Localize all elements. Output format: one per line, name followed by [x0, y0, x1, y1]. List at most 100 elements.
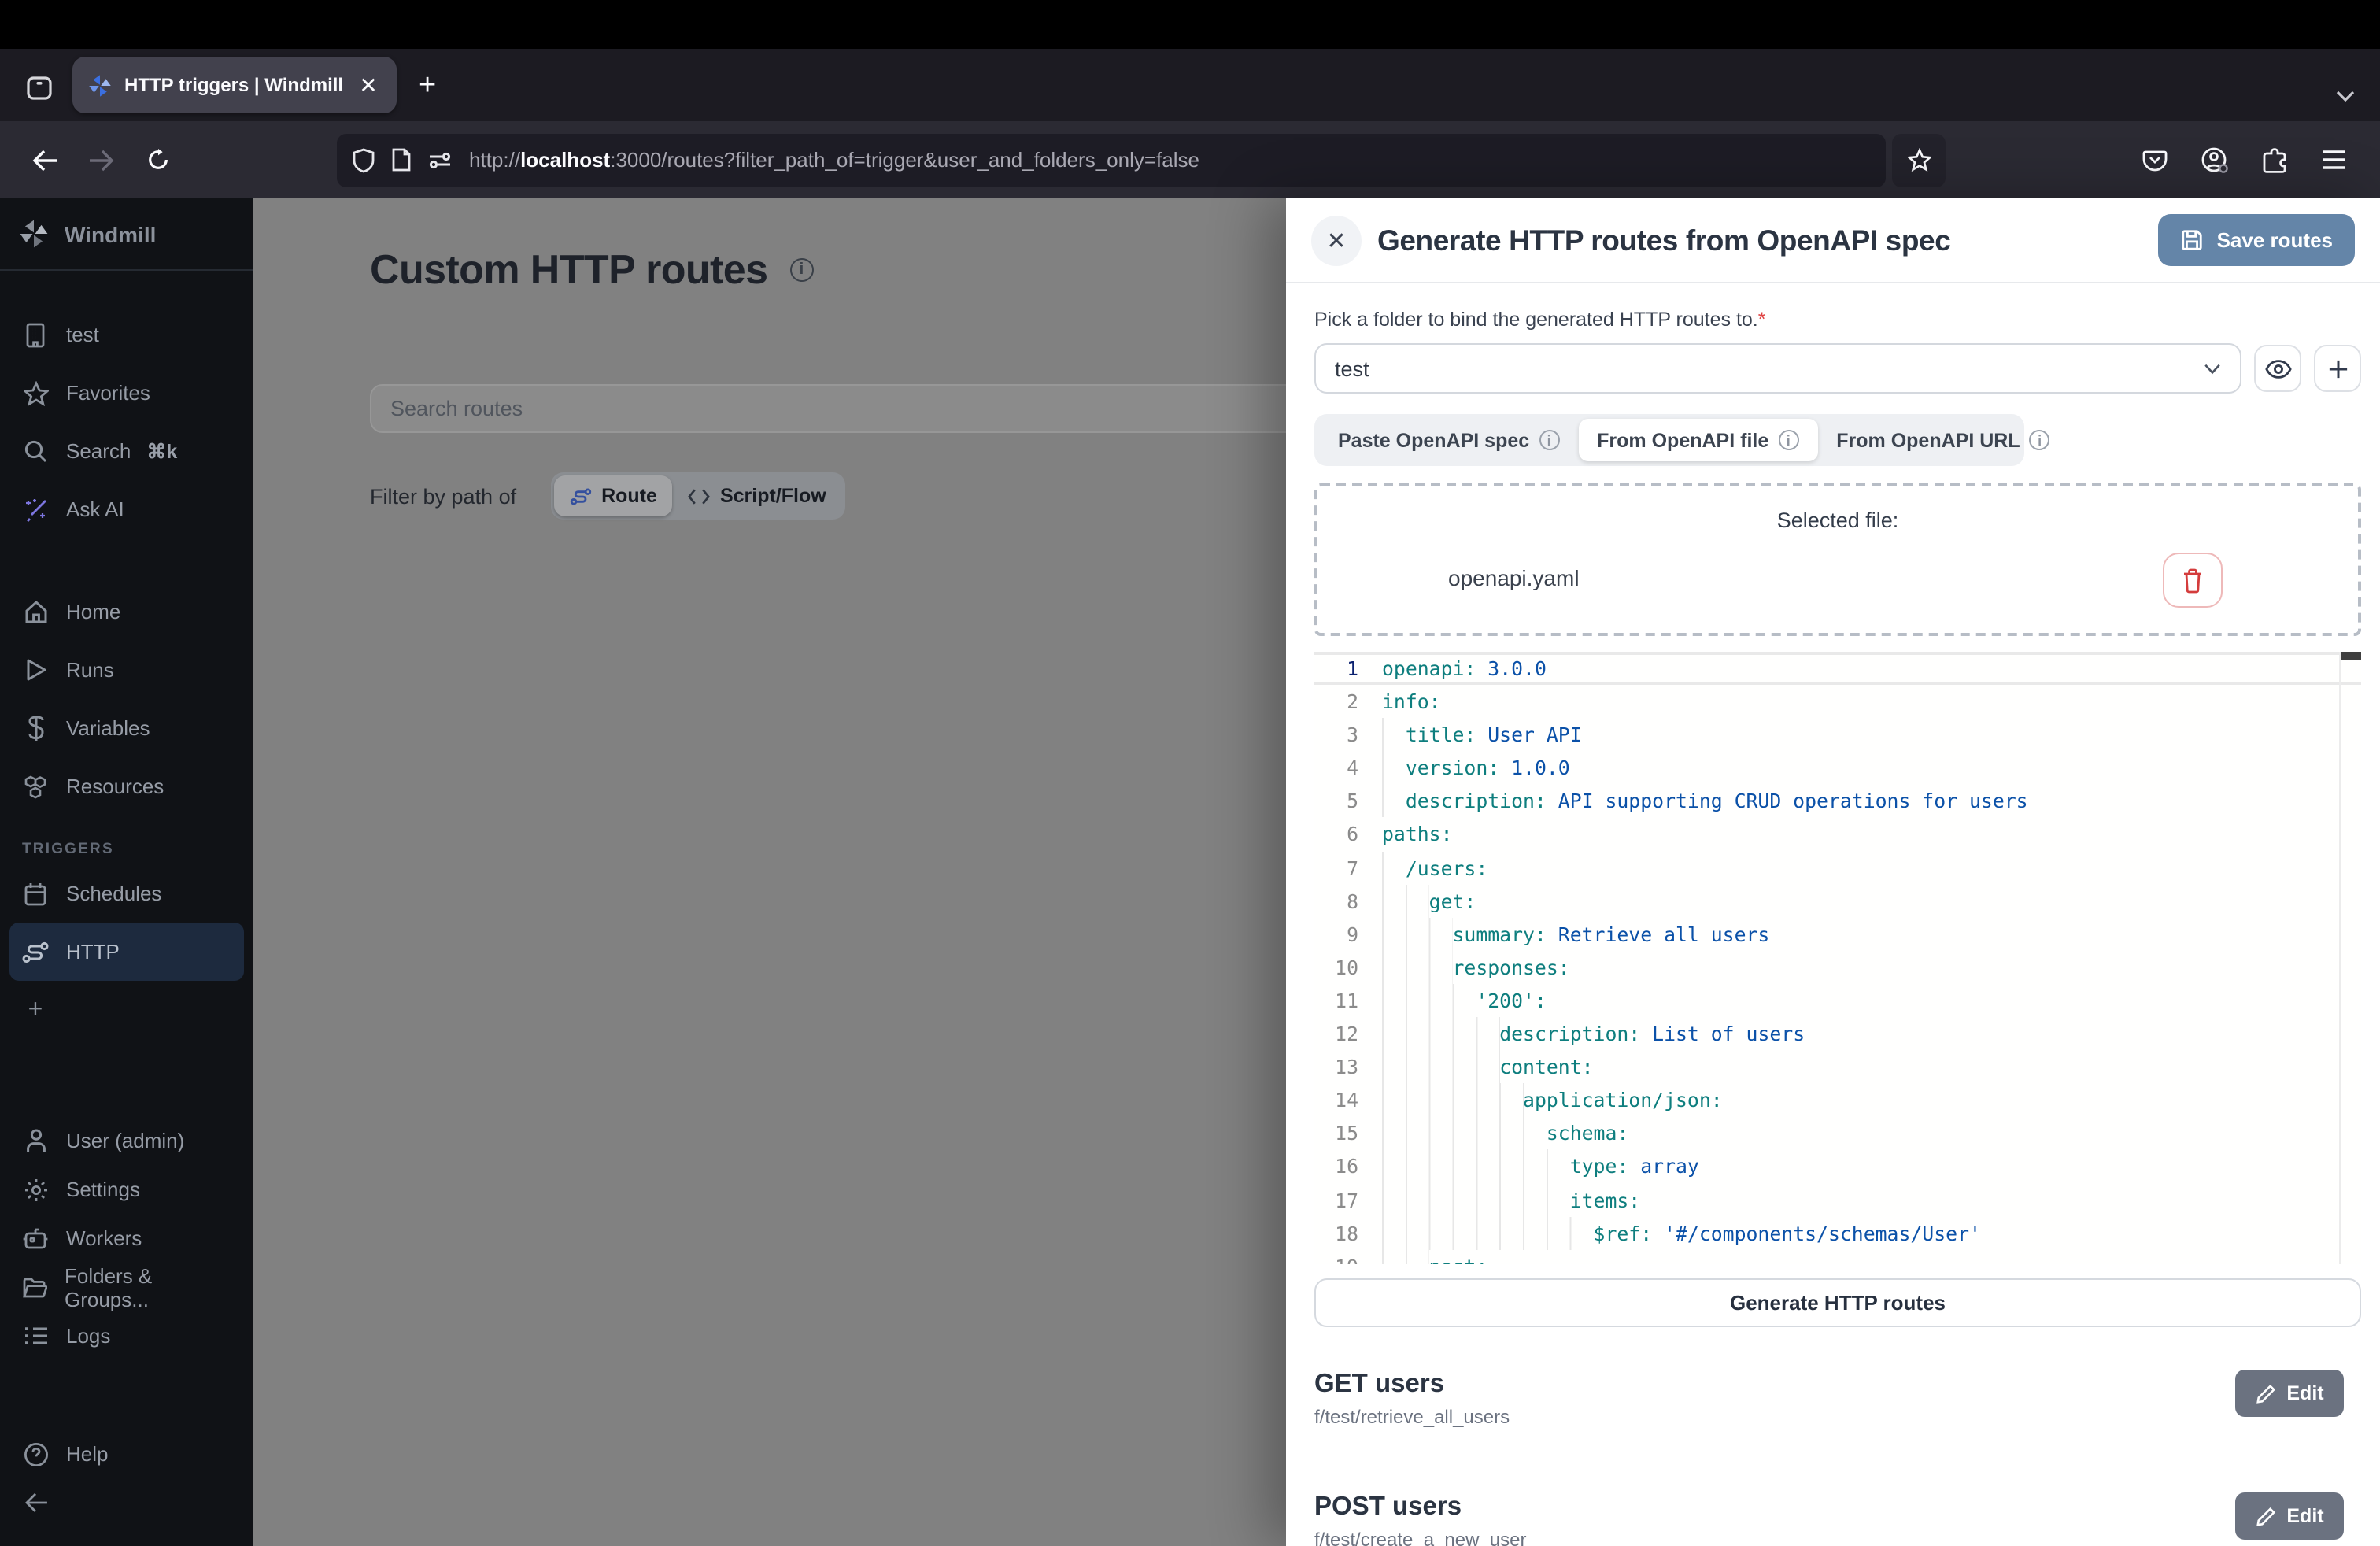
- boxes-icon: [22, 773, 49, 800]
- code-editor-lines: 1openapi: 3.0.02info:3title: User API4ve…: [1314, 652, 2361, 1264]
- sidebar-item-folders-groups[interactable]: Folders & Groups...: [9, 1263, 244, 1311]
- shield-icon[interactable]: [353, 147, 375, 172]
- folder-field-label: Pick a folder to bind the generated HTTP…: [1314, 309, 2361, 331]
- sidebar-item-resources[interactable]: Resources: [9, 757, 244, 816]
- pocket-icon[interactable]: [2130, 135, 2180, 185]
- sidebar-item-search[interactable]: Search ⌘k: [9, 422, 244, 480]
- windmill-logo-icon: [19, 219, 49, 249]
- star-icon: [22, 379, 49, 406]
- sidebar-item-label: Home: [66, 600, 120, 623]
- trash-icon: [2182, 568, 2204, 593]
- triggers-section-label: TRIGGERS: [9, 816, 244, 864]
- sidebar-collapse-button[interactable]: [9, 1478, 244, 1527]
- code-line: 5description: API supporting CRUD operat…: [1314, 785, 2361, 818]
- bookmark-star-icon[interactable]: [1892, 133, 1946, 187]
- filter-label: Filter by path of: [370, 484, 516, 508]
- add-folder-button[interactable]: [2314, 345, 2361, 392]
- sidebar-item-label: Resources: [66, 775, 164, 798]
- url-bar[interactable]: http://localhost:3000/routes?filter_path…: [337, 133, 1886, 187]
- sidebar-item-label: Variables: [66, 716, 150, 740]
- sidebar-item-label: User (admin): [66, 1129, 184, 1152]
- page-info-icon[interactable]: [392, 148, 411, 172]
- code-line: 19post:: [1314, 1249, 2361, 1264]
- tab-close-icon[interactable]: ✕: [353, 69, 384, 101]
- remove-file-button[interactable]: [2163, 553, 2223, 608]
- page-title: Custom HTTP routes: [370, 246, 767, 294]
- editor-scrollbar-track[interactable]: [2339, 652, 2341, 1264]
- back-icon[interactable]: [19, 135, 69, 185]
- folder-select-value: test: [1335, 357, 1369, 380]
- editor-scrollbar-thumb[interactable]: [2341, 652, 2361, 660]
- code-editor[interactable]: 1openapi: 3.0.02info:3title: User API4ve…: [1314, 652, 2361, 1264]
- code-line: 2info:: [1314, 685, 2361, 718]
- folder-select[interactable]: test: [1314, 343, 2241, 394]
- code-line: 11'200':: [1314, 984, 2361, 1017]
- close-icon[interactable]: ✕: [1311, 215, 1362, 265]
- tab-paste-openapi-spec[interactable]: Paste OpenAPI speci: [1319, 419, 1578, 461]
- edit-route-button[interactable]: Edit: [2235, 1370, 2344, 1417]
- tab-from-openapi-file[interactable]: From OpenAPI filei: [1578, 419, 1817, 461]
- browser-tab[interactable]: HTTP triggers | Windmill ✕: [72, 57, 397, 113]
- sidebar-item-label: Help: [66, 1442, 109, 1466]
- info-icon[interactable]: i: [789, 258, 813, 282]
- forward-icon[interactable]: [76, 135, 126, 185]
- tab-from-openapi-url[interactable]: From OpenAPI URLi: [1817, 419, 2068, 461]
- reload-icon[interactable]: [132, 135, 183, 185]
- sidebar-item-label: Folders & Groups...: [65, 1263, 231, 1311]
- building-icon: [22, 321, 49, 348]
- sidebar-item-variables[interactable]: Variables: [9, 699, 244, 757]
- dollar-icon: [22, 715, 49, 742]
- folder-icon: [22, 1274, 47, 1300]
- permissions-toggle-icon[interactable]: [428, 149, 452, 171]
- code-icon: [689, 487, 711, 505]
- code-line: 6paths:: [1314, 818, 2361, 851]
- sidebar-item-ask-ai[interactable]: Ask AI: [9, 480, 244, 538]
- sidebar-item-logs[interactable]: Logs: [9, 1311, 244, 1360]
- sidebar-item-settings[interactable]: Settings: [9, 1165, 244, 1214]
- code-line: 14application/json:: [1314, 1083, 2361, 1116]
- drawer-title: Generate HTTP routes from OpenAPI spec: [1377, 223, 1950, 257]
- list-icon: [22, 1322, 49, 1349]
- filter-option-route[interactable]: Route: [554, 475, 673, 516]
- extensions-puzzle-icon[interactable]: [2249, 135, 2300, 185]
- pencil-icon: [2255, 1383, 2275, 1404]
- hamburger-menu-icon[interactable]: [2309, 135, 2360, 185]
- account-icon[interactable]: [2190, 135, 2240, 185]
- code-line: 16type: array: [1314, 1150, 2361, 1183]
- workspace-row[interactable]: Windmill: [0, 198, 253, 271]
- route-icon: [570, 487, 592, 505]
- filter-option-script-flow[interactable]: Script/Flow: [673, 475, 842, 516]
- home-icon: [22, 598, 49, 625]
- sidebar-item-label: Schedules: [66, 882, 161, 905]
- new-tab-button[interactable]: +: [419, 69, 436, 104]
- file-dropzone[interactable]: Selected file: openapi.yaml: [1314, 483, 2361, 636]
- play-icon: [22, 656, 49, 683]
- sidebar-item-label: Workers: [66, 1226, 142, 1250]
- sidebar-item-home[interactable]: Home: [9, 583, 244, 641]
- sidebar-item-runs[interactable]: Runs: [9, 641, 244, 699]
- generate-http-routes-button[interactable]: Generate HTTP routes: [1314, 1278, 2361, 1327]
- code-line: 8get:: [1314, 884, 2361, 917]
- plus-icon: +: [22, 997, 49, 1023]
- firefox-view-icon[interactable]: [16, 65, 63, 112]
- tabs-chevron-down-icon[interactable]: [2336, 90, 2355, 102]
- generated-route-row: GET users f/test/retrieve_all_users Edit: [1314, 1370, 2361, 1428]
- sidebar-item-http[interactable]: HTTP: [9, 923, 244, 981]
- plus-icon: [2327, 358, 2348, 379]
- tab-favicon-windmill: [88, 73, 112, 97]
- edit-route-button[interactable]: Edit: [2235, 1492, 2344, 1540]
- browser-tab-bar: HTTP triggers | Windmill ✕ +: [0, 49, 2380, 121]
- sidebar-item-test[interactable]: test: [9, 305, 244, 364]
- windmill-app: Windmill test Favorites Search ⌘k: [0, 198, 2380, 1546]
- sidebar-item-schedules[interactable]: Schedules: [9, 864, 244, 923]
- route-icon: [22, 938, 49, 965]
- save-routes-button[interactable]: Save routes: [2159, 214, 2355, 266]
- sidebar-item-favorites[interactable]: Favorites: [9, 364, 244, 422]
- sidebar-item-workers[interactable]: Workers: [9, 1214, 244, 1263]
- sidebar-add-trigger-button[interactable]: +: [9, 981, 244, 1039]
- url-text: http://localhost:3000/routes?filter_path…: [469, 148, 1199, 172]
- sidebar-item-help[interactable]: Help: [9, 1429, 244, 1478]
- pencil-icon: [2255, 1506, 2275, 1526]
- view-folder-button[interactable]: [2254, 345, 2301, 392]
- sidebar-item-user[interactable]: User (admin): [9, 1116, 244, 1165]
